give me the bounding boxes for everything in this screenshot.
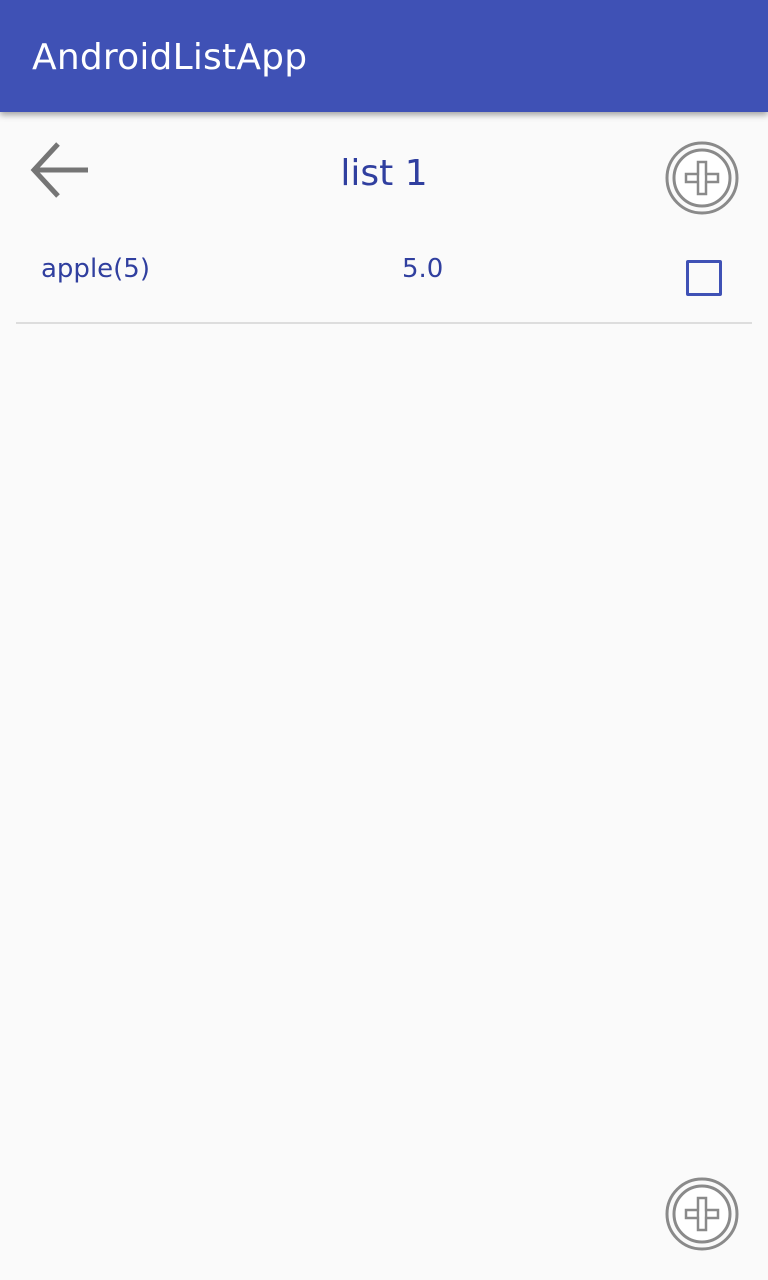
- item-checkbox[interactable]: [686, 260, 722, 296]
- main-content: list 1 apple(5) 5.0: [0, 112, 768, 1280]
- app-bar: AndroidListApp: [0, 0, 768, 112]
- app-title: AndroidListApp: [32, 37, 308, 78]
- item-value: 5.0: [402, 254, 444, 284]
- arrow-left-icon: [30, 142, 88, 198]
- circle-plus-icon: [665, 141, 739, 215]
- add-item-button-top[interactable]: [664, 140, 740, 216]
- item-name: apple(5): [41, 254, 150, 284]
- add-item-button-bottom[interactable]: [664, 1176, 740, 1252]
- circle-plus-icon: [665, 1177, 739, 1251]
- back-button[interactable]: [26, 136, 94, 204]
- list-title: list 1: [340, 153, 428, 194]
- list-item[interactable]: apple(5) 5.0: [16, 230, 752, 324]
